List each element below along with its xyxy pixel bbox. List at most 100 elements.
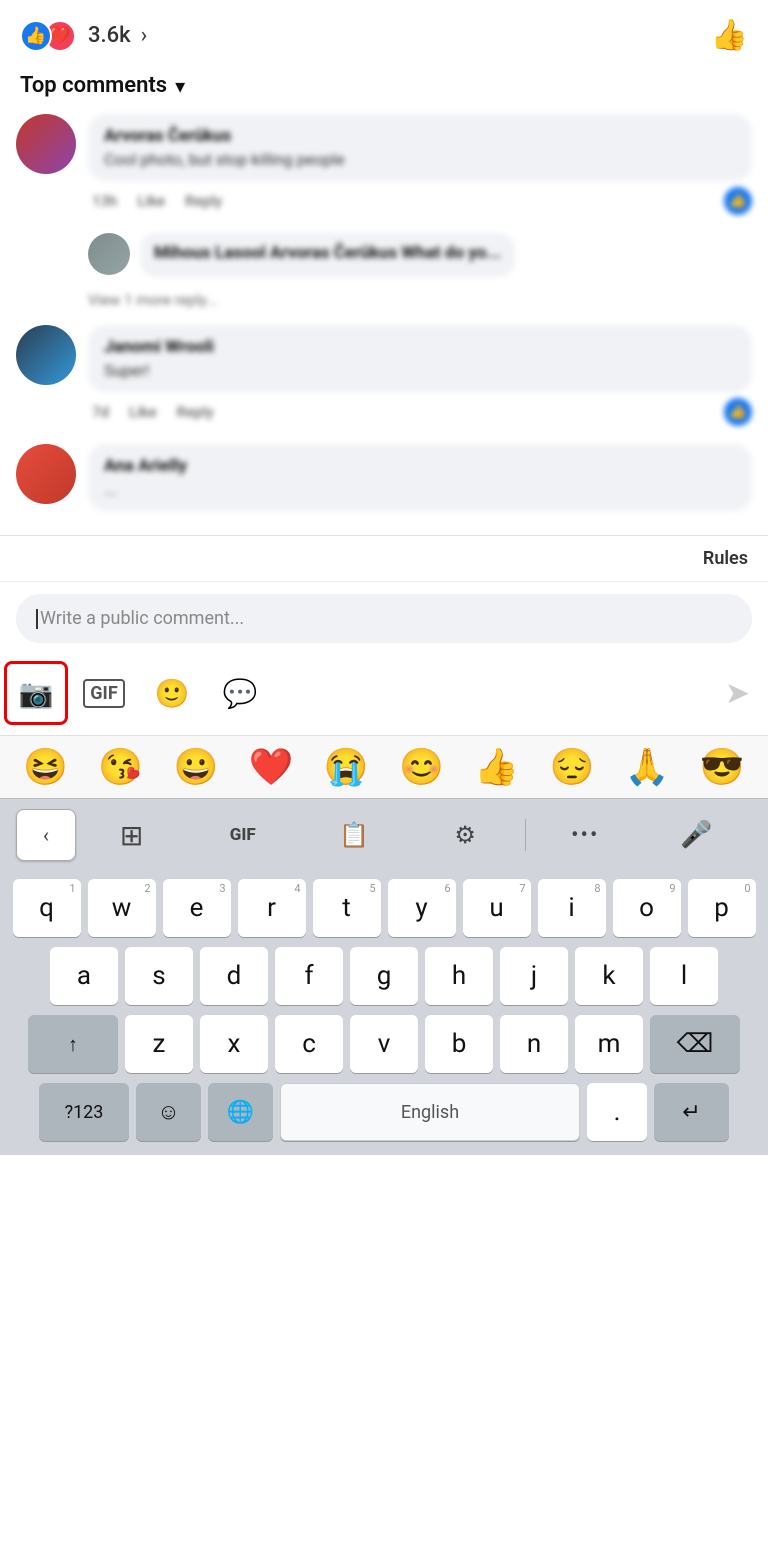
key-p[interactable]: 0p: [688, 879, 756, 937]
thumbs-up-button[interactable]: 👍: [711, 18, 748, 53]
comment-author-name: Janomi Wrooli: [104, 337, 736, 357]
key-w[interactable]: 2w: [88, 879, 156, 937]
return-key[interactable]: ↵: [654, 1083, 729, 1141]
keyboard-row-2: a s d f g h j k l: [4, 947, 764, 1005]
avatar: [16, 325, 76, 385]
reaction-icons: 👍 ❤️: [20, 20, 76, 52]
avatar: [16, 114, 76, 174]
rules-label[interactable]: Rules: [703, 548, 748, 569]
comment-placeholder: Write a public comment...: [40, 608, 244, 629]
emoji-face-key[interactable]: ☺: [136, 1083, 201, 1141]
gif-icon: GIF: [83, 679, 124, 708]
comment-reply-button[interactable]: Reply: [185, 192, 222, 210]
comment-bubble: Arvoras Čerūkus Cool photo, but stop kil…: [88, 114, 752, 181]
comment-reaction-badge: 👍: [724, 187, 752, 215]
clipboard-tool-button[interactable]: 📋: [298, 809, 409, 861]
view-more-replies[interactable]: View 1 more reply...: [88, 291, 752, 309]
gif-button[interactable]: GIF: [72, 661, 136, 725]
camera-button[interactable]: 📷: [4, 661, 68, 725]
more-tool-button[interactable]: •••: [530, 809, 641, 861]
key-l[interactable]: l: [650, 947, 718, 1005]
like-reaction-icon: 👍: [20, 20, 52, 52]
quick-emoji-sad[interactable]: 😔: [549, 746, 594, 788]
top-comments-chevron-icon[interactable]: ▾: [175, 74, 185, 98]
comment-bubble: Janomi Wrooli Super!: [88, 325, 752, 392]
keyboard-toolbar: ‹ ⊞ GIF 📋 ⚙ ••• 🎤: [0, 798, 768, 871]
delete-key[interactable]: ⌫: [650, 1015, 740, 1073]
comment-time: 7d: [92, 403, 109, 421]
quick-emoji-heart[interactable]: ❤️: [249, 746, 294, 788]
key-x[interactable]: x: [200, 1015, 268, 1073]
text-cursor: [36, 609, 38, 629]
comment-like-button[interactable]: Like: [137, 192, 165, 210]
comment-block: Janomi Wrooli Super! 7d Like Reply 👍: [16, 325, 752, 426]
space-key[interactable]: English: [280, 1083, 580, 1141]
key-c[interactable]: c: [275, 1015, 343, 1073]
period-key[interactable]: .: [587, 1083, 647, 1141]
top-comments-label: Top comments: [20, 73, 167, 98]
key-q[interactable]: 1q: [13, 879, 81, 937]
key-o[interactable]: 9o: [613, 879, 681, 937]
comment-like-button[interactable]: Like: [129, 403, 157, 421]
sticker-tool-button[interactable]: ⊞: [76, 809, 187, 861]
key-z[interactable]: z: [125, 1015, 193, 1073]
camera-icon: 📷: [19, 677, 54, 710]
shift-key[interactable]: ↑: [28, 1015, 118, 1073]
key-r[interactable]: 4r: [238, 879, 306, 937]
comment-text: Cool photo, but stop killing people: [104, 150, 736, 169]
key-i[interactable]: 8i: [538, 879, 606, 937]
quick-emoji-kiss[interactable]: 😘: [98, 746, 143, 788]
reactions-left[interactable]: 👍 ❤️ 3.6k ›: [20, 20, 147, 52]
reaction-chevron-icon[interactable]: ›: [141, 23, 148, 48]
keyboard-main: 1q 2w 3e 4r 5t 6y 7u 8i 9o 0p a s d f g …: [0, 871, 768, 1155]
key-b[interactable]: b: [425, 1015, 493, 1073]
key-m[interactable]: m: [575, 1015, 643, 1073]
send-button[interactable]: ➤: [711, 666, 764, 721]
comment-input-field[interactable]: Write a public comment...: [16, 594, 752, 643]
mic-button[interactable]: 🎤: [641, 809, 752, 861]
emoji-button[interactable]: 🙂: [140, 661, 204, 725]
quick-emoji-row: 😆 😘 😀 ❤️ 😭 😊 👍 😔 🙏 😎: [0, 735, 768, 798]
key-h[interactable]: h: [425, 947, 493, 1005]
gif-tool-button[interactable]: GIF: [187, 809, 298, 861]
quick-emoji-smile[interactable]: 😀: [174, 746, 219, 788]
comment-reaction-badge: 👍: [724, 398, 752, 426]
nested-comment-block: Mihous Lasool Arvoras Čerūkus What do yo…: [88, 233, 752, 277]
comment-bubble: Ana Arielly ...: [88, 444, 752, 511]
key-n[interactable]: n: [500, 1015, 568, 1073]
quick-emoji-thumbsup[interactable]: 👍: [474, 746, 519, 788]
quick-emoji-cool[interactable]: 😎: [700, 746, 745, 788]
key-s[interactable]: s: [125, 947, 193, 1005]
key-k[interactable]: k: [575, 947, 643, 1005]
special-key[interactable]: ?123: [39, 1083, 129, 1141]
key-a[interactable]: a: [50, 947, 118, 1005]
nested-bubble: Mihous Lasool Arvoras Čerūkus What do yo…: [140, 233, 515, 277]
comment-body: Arvoras Čerūkus Cool photo, but stop kil…: [88, 114, 752, 215]
comment-text: ...: [104, 480, 736, 499]
quick-emoji-happy[interactable]: 😊: [399, 746, 444, 788]
key-d[interactable]: d: [200, 947, 268, 1005]
settings-tool-button[interactable]: ⚙: [410, 809, 521, 861]
rules-bar: Rules: [0, 535, 768, 581]
key-f[interactable]: f: [275, 947, 343, 1005]
comment-actions: 13h Like Reply 👍: [88, 187, 752, 215]
comment-block: Ana Arielly ...: [16, 444, 752, 517]
comment-text: Super!: [104, 361, 736, 380]
key-t[interactable]: 5t: [313, 879, 381, 937]
key-e[interactable]: 3e: [163, 879, 231, 937]
key-u[interactable]: 7u: [463, 879, 531, 937]
keyboard-back-button[interactable]: ‹: [16, 809, 76, 861]
sticker-button[interactable]: 💬: [208, 661, 272, 725]
comment-reply-button[interactable]: Reply: [177, 403, 214, 421]
key-v[interactable]: v: [350, 1015, 418, 1073]
key-y[interactable]: 6y: [388, 879, 456, 937]
quick-emoji-cry[interactable]: 😭: [324, 746, 369, 788]
top-comments-bar[interactable]: Top comments ▾: [0, 63, 768, 114]
reaction-count: 3.6k: [88, 23, 131, 48]
globe-key[interactable]: 🌐: [208, 1083, 273, 1141]
reactions-bar: 👍 ❤️ 3.6k › 👍: [0, 0, 768, 63]
quick-emoji-pray[interactable]: 🙏: [625, 746, 670, 788]
key-j[interactable]: j: [500, 947, 568, 1005]
key-g[interactable]: g: [350, 947, 418, 1005]
quick-emoji-laughing[interactable]: 😆: [23, 746, 68, 788]
